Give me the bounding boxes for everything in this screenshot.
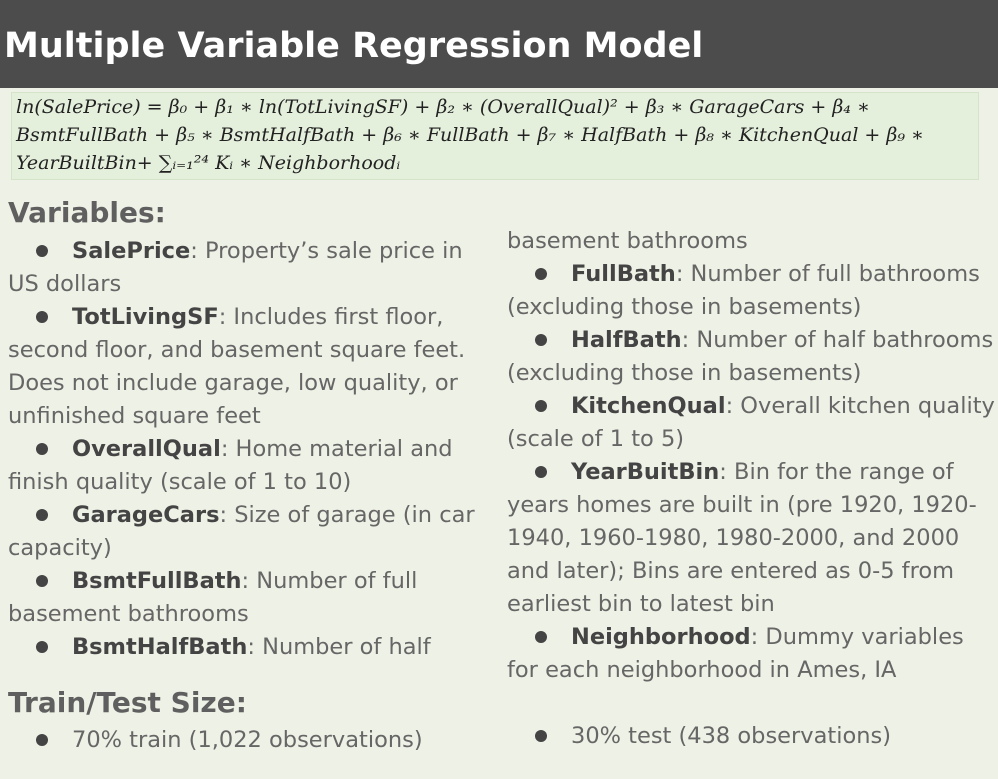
train-size-text: 70% train (1,022 observations) (72, 727, 423, 753)
formula-line-1: ln(SalePrice) = β₀ + β₁ ∗ ln(TotLivingSF… (16, 96, 870, 118)
variable-term: HalfBath (571, 327, 682, 353)
variable-term: KitchenQual (571, 393, 726, 419)
variable-continuation: basement bathrooms (507, 228, 748, 254)
variable-term: YearBuitBin (571, 459, 720, 485)
test-size-text: 30% test (438 observations) (571, 723, 891, 749)
bullet-icon (36, 442, 48, 455)
bullet-icon (535, 630, 547, 643)
bullet-icon (36, 310, 48, 323)
page-title: Multiple Variable Regression Model (4, 26, 704, 66)
variable-desc: : Number of half (247, 634, 431, 660)
bullet-icon (36, 733, 48, 746)
variable-term: Neighborhood (571, 624, 751, 650)
train-test-heading: Train/Test Size: (8, 686, 247, 719)
test-size-item: 30% test (438 observations) (507, 723, 891, 749)
title-bar: Multiple Variable Regression Model (0, 0, 998, 88)
bullet-icon (535, 465, 547, 478)
bullet-icon (535, 267, 547, 280)
bullet-icon (535, 729, 547, 742)
variable-term: BsmtFullBath (72, 568, 242, 594)
variables-heading: Variables: (8, 196, 166, 229)
variables-right-column: basement bathrooms FullBath: Number of f… (507, 225, 995, 687)
variable-item: BsmtFullBath: Number of full basement ba… (8, 565, 490, 631)
variable-term: OverallQual (72, 436, 221, 462)
bullet-icon (36, 508, 48, 521)
variable-item: FullBath: Number of full bathrooms (excl… (507, 258, 995, 324)
variable-item: SalePrice: Property’s sale price in US d… (8, 235, 490, 301)
variable-term: BsmtHalfBath (72, 634, 248, 660)
variable-term: FullBath (571, 261, 676, 287)
variable-term: TotLivingSF (72, 304, 219, 330)
bullet-icon (36, 640, 48, 653)
bullet-icon (535, 399, 547, 412)
formula-line-3: YearBuiltBin+ ∑ᵢ₌₁²⁴ Kᵢ ∗ Neighborhoodᵢ (16, 152, 401, 174)
variable-item: Neighborhood: Dummy variables for each n… (507, 621, 995, 687)
formula-line-2: BsmtFullBath + β₅ ∗ BsmtHalfBath + β₆ ∗ … (16, 124, 924, 146)
regression-formula: ln(SalePrice) = β₀ + β₁ ∗ ln(TotLivingSF… (11, 92, 979, 180)
variable-item: OverallQual: Home material and finish qu… (8, 433, 490, 499)
variable-item: KitchenQual: Overall kitchen quality (sc… (507, 390, 995, 456)
variable-item: HalfBath: Number of half bathrooms (excl… (507, 324, 995, 390)
variable-item: BsmtHalfBath: Number of half (8, 631, 490, 664)
variable-item: TotLivingSF: Includes first floor, secon… (8, 301, 490, 433)
train-size-item: 70% train (1,022 observations) (8, 727, 423, 753)
variable-term: GarageCars (72, 502, 220, 528)
variable-item: GarageCars: Size of garage (in car capac… (8, 499, 490, 565)
bullet-icon (535, 333, 547, 346)
bullet-icon (36, 244, 48, 257)
variables-left-column: SalePrice: Property’s sale price in US d… (8, 235, 490, 664)
bullet-icon (36, 574, 48, 587)
variable-item: YearBuitBin: Bin for the range of years … (507, 456, 995, 621)
variable-term: SalePrice (72, 238, 191, 264)
